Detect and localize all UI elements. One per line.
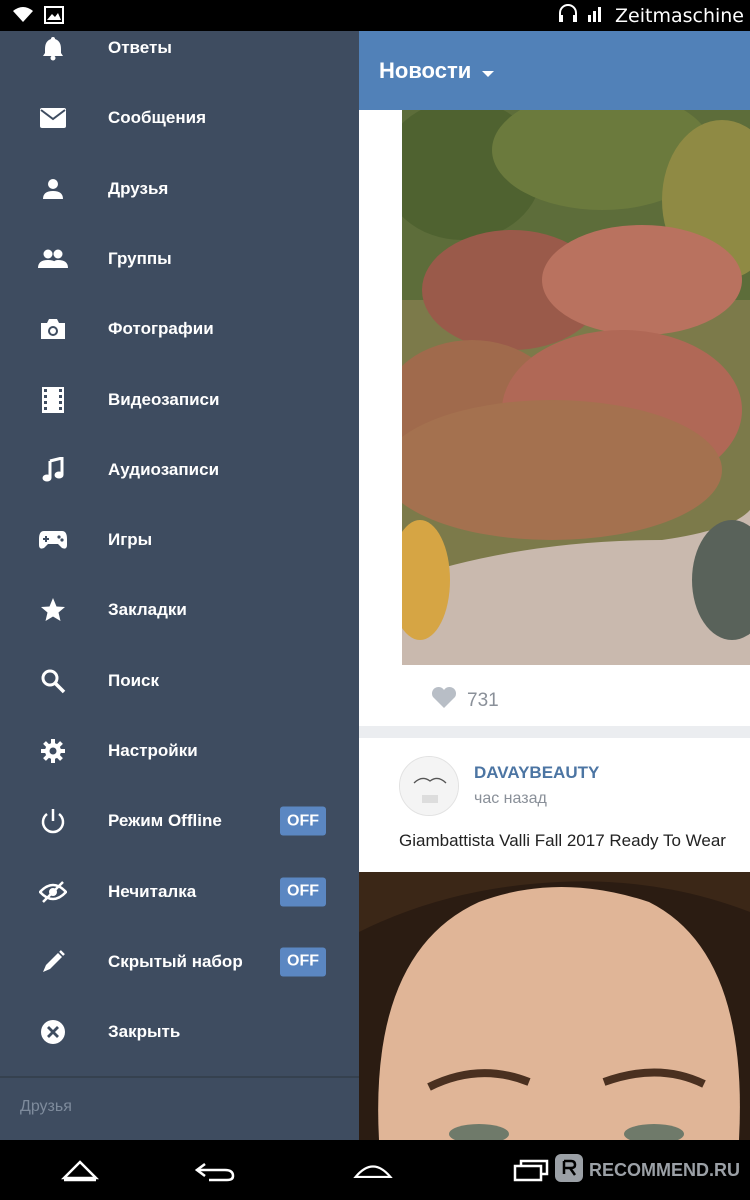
sidebar-item-label: Группы [108, 248, 172, 268]
watermark-badge: RECOMMEND.RU [555, 1154, 740, 1187]
like-button[interactable]: 731 [431, 686, 499, 715]
sidebar-item-label: Закладки [108, 600, 187, 620]
sidebar-item[interactable]: Режим Offline OFF [0, 786, 359, 856]
envelope-icon [38, 103, 68, 133]
person-icon [38, 174, 68, 204]
home-screen-icon[interactable] [353, 1154, 393, 1186]
sidebar-divider [0, 1076, 359, 1078]
camera-icon [38, 314, 68, 344]
feed-post: DAVAYBEAUTY час назад Giambattista Valli… [359, 738, 750, 1140]
post-timestamp: час назад [474, 790, 547, 807]
status-right-icons: Zeitmaschine [557, 3, 744, 28]
gamepad-icon [38, 525, 68, 555]
sidebar-item-label: Скрытый набор [108, 951, 243, 971]
page-title: Новости [379, 58, 472, 83]
heart-icon [431, 686, 457, 715]
post-photo-portrait[interactable] [359, 872, 750, 1140]
toggle-switch[interactable]: OFF [280, 806, 326, 836]
post-author-link[interactable]: DAVAYBEAUTY [474, 763, 599, 783]
sidebar-item[interactable]: Друзья [0, 154, 359, 224]
signal-icon [587, 3, 607, 28]
like-count: 731 [467, 689, 499, 711]
sidebar-item-label: Закрыть [108, 1022, 181, 1042]
recent-apps-icon[interactable] [512, 1154, 552, 1186]
avatar[interactable] [399, 756, 459, 816]
back-icon[interactable] [195, 1154, 235, 1186]
feed-selector[interactable]: Новости [379, 58, 495, 84]
news-feed-panel: Новости 731 DAVAYBEAUTY час назад Giamba… [359, 31, 750, 1140]
sidebar-item-label: Настройки [108, 741, 198, 760]
sidebar-item[interactable]: Аудиозаписи [0, 435, 359, 505]
power-icon [38, 806, 68, 836]
home-icon[interactable] [60, 1154, 100, 1186]
sidebar-item-label: Друзья [108, 178, 169, 198]
toggle-switch[interactable]: OFF [280, 877, 326, 907]
bell-icon [38, 33, 68, 63]
sidebar-item[interactable]: Игры [0, 505, 359, 575]
sidebar-item[interactable]: Настройки [0, 716, 359, 786]
recommend-logo-icon [555, 1154, 583, 1187]
gear-icon [38, 736, 68, 766]
star-icon [38, 595, 68, 625]
sidebar-item[interactable]: Скрытый набор OFF [0, 927, 359, 997]
sidebar-footer-label: Друзья [20, 1098, 72, 1115]
watermark-text: RECOMMEND.RU [589, 1160, 740, 1180]
sidebar-item-label: Аудиозаписи [108, 459, 220, 479]
sidebar-item[interactable]: Сообщения [0, 83, 359, 153]
chevron-down-icon [481, 58, 495, 84]
sidebar-item-label: Видеозаписи [108, 389, 220, 409]
system-nav-bar: RECOMMEND.RU [0, 1140, 750, 1200]
sidebar-item[interactable]: Фотографии [0, 294, 359, 364]
sidebar-item-label: Поиск [108, 670, 160, 690]
sidebar-item-label: Нечиталка [108, 881, 197, 901]
music-note-icon [38, 455, 68, 485]
sidebar-item-label: Ответы [108, 38, 172, 57]
sidebar-item[interactable]: Закладки [0, 575, 359, 645]
close-circle-icon [38, 1017, 68, 1047]
app-header: Новости [359, 31, 750, 110]
status-watermark: Zeitmaschine [615, 4, 744, 27]
search-icon [38, 666, 68, 696]
sidebar-item-label: Сообщения [108, 108, 206, 128]
film-icon [38, 385, 68, 415]
headphones-icon [557, 3, 579, 28]
sidebar-item[interactable]: Группы [0, 224, 359, 294]
sidebar-item[interactable]: Нечиталка OFF [0, 857, 359, 927]
feed-post: 731 [359, 110, 750, 726]
pen-icon [38, 947, 68, 977]
post-photo-garden[interactable] [402, 110, 750, 665]
eye-off-icon [38, 877, 68, 907]
sidebar-item-label: Режим Offline [108, 811, 222, 831]
sidebar-item[interactable]: Закрыть [0, 997, 359, 1067]
group-icon [38, 244, 68, 274]
post-text: Giambattista Valli Fall 2017 Ready To We… [399, 831, 726, 850]
toggle-switch[interactable]: OFF [280, 947, 326, 977]
sidebar-item[interactable]: Ответы [0, 13, 359, 83]
sidebar-item-label: Фотографии [108, 319, 214, 339]
sidebar-item-label: Игры [108, 530, 153, 550]
app-screen: Zeitmaschine Ответы Сообщения Друзья Группы… [0, 0, 750, 1200]
sidebar-item[interactable]: Поиск [0, 646, 359, 716]
sidebar-menu: Ответы Сообщения Друзья Группы Фотографии Вид… [0, 31, 359, 1140]
sidebar-item[interactable]: Видеозаписи [0, 365, 359, 435]
